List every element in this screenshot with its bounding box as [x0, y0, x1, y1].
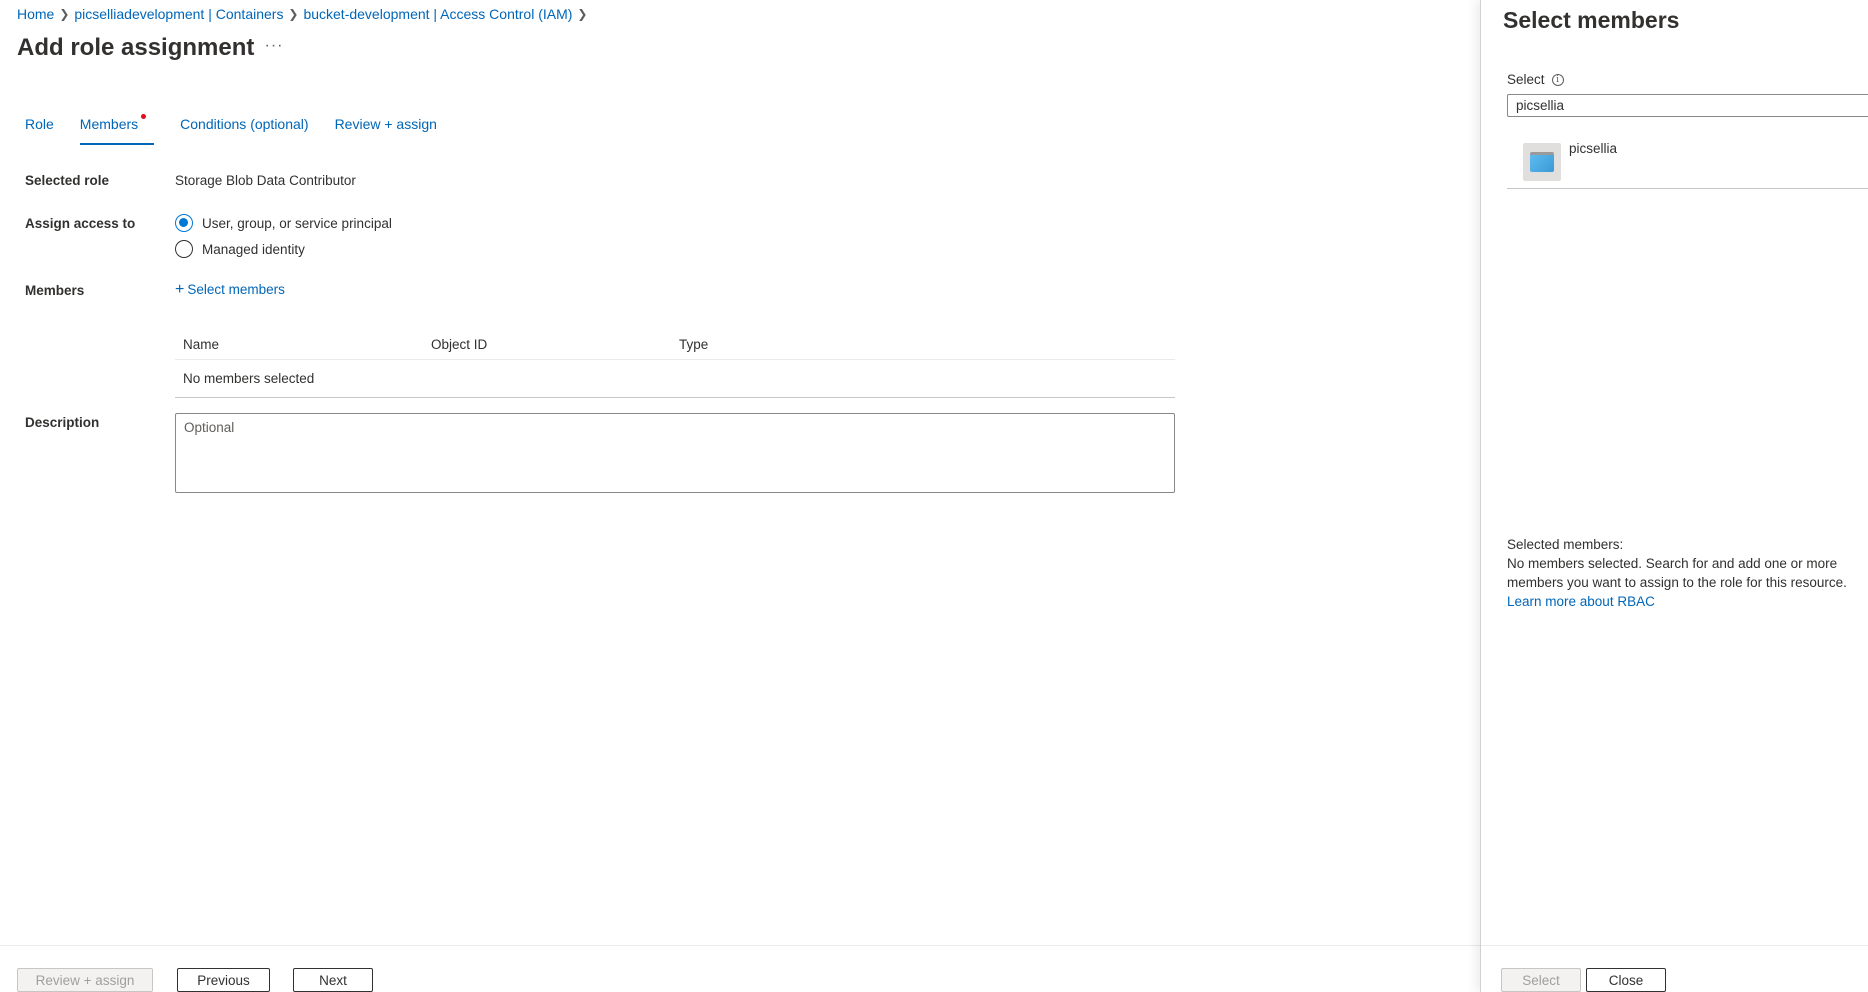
radio-label: User, group, or service principal [202, 215, 392, 231]
breadcrumb-home[interactable]: Home [17, 6, 54, 22]
column-header-name[interactable]: Name [183, 337, 431, 352]
required-dot-icon [141, 114, 147, 119]
tab-label: Members [79, 116, 139, 132]
select-button[interactable]: Select [1501, 968, 1581, 992]
member-search-input[interactable] [1507, 94, 1868, 117]
chevron-right-icon: ❯ [577, 7, 588, 21]
tab-label: Role [25, 116, 54, 132]
search-result-name: picsellia [1569, 141, 1618, 156]
plus-icon: + [175, 280, 185, 298]
info-icon[interactable]: i [1551, 73, 1564, 86]
close-button[interactable]: Close [1586, 968, 1666, 992]
members-label: Members [25, 283, 85, 298]
selected-members-section: Selected members: No members selected. S… [1507, 535, 1868, 611]
selected-role-label: Selected role [25, 173, 110, 188]
tab-conditions[interactable]: Conditions (optional) [180, 116, 308, 144]
tab-bar: Role Members Conditions (optional) Revie… [25, 114, 463, 145]
table-header: Name Object ID Type [175, 330, 1175, 360]
selected-role-value: Storage Blob Data Contributor [175, 173, 356, 188]
empty-table-message: No members selected [183, 371, 315, 386]
chevron-right-icon: ❯ [59, 7, 70, 21]
breadcrumb-containers[interactable]: picselliadevelopment | Containers [74, 6, 283, 22]
tab-role[interactable]: Role [25, 116, 54, 144]
app-registration-icon [1523, 143, 1561, 181]
select-members-link[interactable]: + Select members [175, 280, 285, 298]
column-header-object-id[interactable]: Object ID [431, 337, 679, 352]
radio-user-group-service-principal[interactable]: User, group, or service principal [175, 214, 392, 232]
search-result-item[interactable]: picsellia [1507, 137, 1868, 189]
review-assign-button[interactable]: Review + assign [17, 968, 153, 992]
page-title: Add role assignment [17, 34, 255, 61]
tab-review-assign[interactable]: Review + assign [335, 116, 437, 144]
add-role-assignment-blade: Home ❯ picselliadevelopment | Containers… [0, 0, 1480, 992]
selected-members-title: Selected members: [1507, 537, 1624, 552]
application-window-icon [1530, 152, 1554, 172]
panel-title: Select members [1503, 7, 1680, 33]
table-row: No members selected [175, 360, 1175, 398]
radio-unchecked-icon [175, 240, 193, 258]
column-header-type[interactable]: Type [679, 337, 927, 352]
chevron-right-icon: ❯ [288, 7, 299, 21]
more-options-icon[interactable]: ··· [264, 36, 284, 60]
select-members-link-label: Select members [187, 282, 285, 297]
assign-access-label: Assign access to [25, 216, 136, 231]
blade-footer: Review + assign Previous Next [0, 945, 1480, 992]
next-button[interactable]: Next [293, 968, 373, 992]
breadcrumb: Home ❯ picselliadevelopment | Containers… [17, 6, 592, 22]
panel-footer: Select Close [1481, 945, 1868, 992]
description-label: Description [25, 415, 100, 430]
select-field-label: Select i [1507, 72, 1564, 87]
learn-more-rbac-link[interactable]: Learn more about RBAC [1507, 592, 1868, 611]
radio-label: Managed identity [202, 241, 305, 257]
radio-managed-identity[interactable]: Managed identity [175, 240, 305, 258]
breadcrumb-access-control[interactable]: bucket-development | Access Control (IAM… [303, 6, 572, 22]
radio-checked-icon [175, 214, 193, 232]
tab-members[interactable]: Members [79, 114, 155, 145]
selected-members-description: No members selected. Search for and add … [1507, 556, 1847, 590]
description-input[interactable] [175, 413, 1175, 493]
tab-label: Review + assign [334, 116, 437, 132]
previous-button[interactable]: Previous [177, 968, 270, 992]
select-label-text: Select [1507, 72, 1545, 87]
members-table: Name Object ID Type No members selected [175, 330, 1175, 398]
tab-label: Conditions (optional) [180, 116, 309, 132]
select-members-panel: Select members Select i picsellia Select… [1480, 0, 1868, 992]
